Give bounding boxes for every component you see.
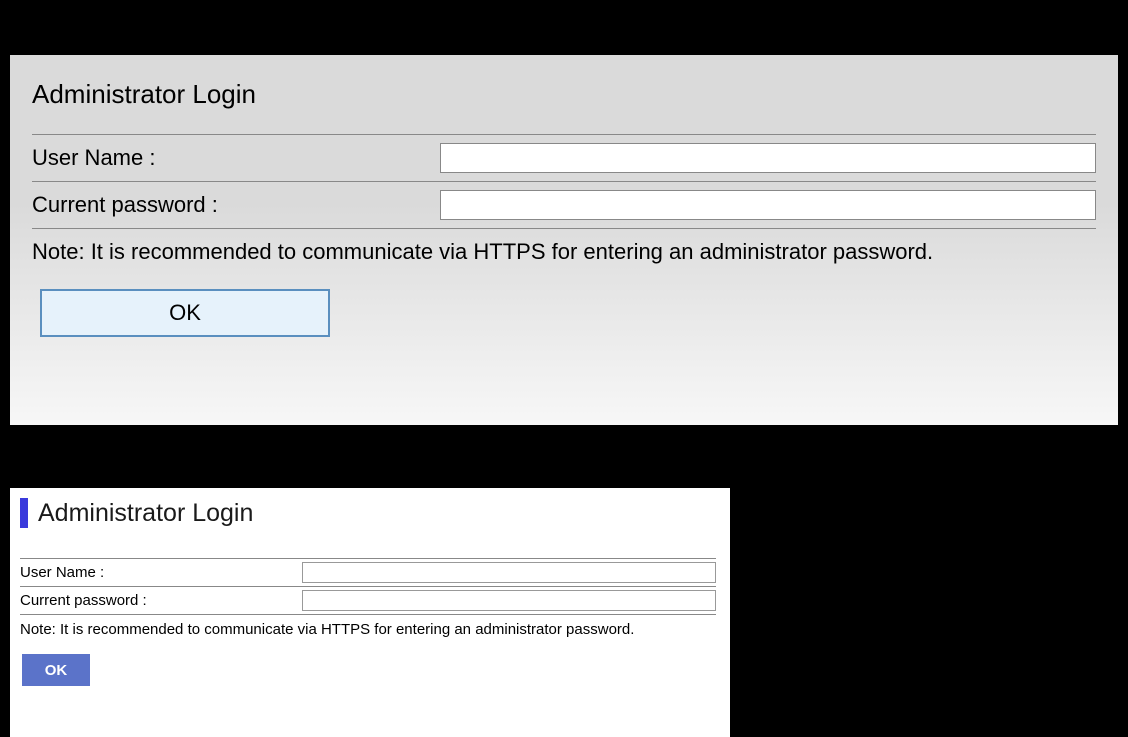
panel-title: Administrator Login [38,499,253,528]
username-label: User Name : [32,145,440,171]
ok-button[interactable]: OK [40,289,330,337]
panel-header: Administrator Login [20,498,716,528]
https-note: Note: It is recommended to communicate v… [32,229,1096,289]
username-row: User Name : [32,134,1096,181]
username-input[interactable] [440,143,1096,173]
ok-button[interactable]: OK [22,654,90,686]
password-row: Current password : [32,181,1096,229]
username-input[interactable] [302,562,716,583]
password-label: Current password : [20,592,302,609]
login-panel-variant-b: Administrator Login User Name : Current … [10,488,730,737]
panel-title: Administrator Login [32,79,1096,110]
https-note: Note: It is recommended to communicate v… [20,615,716,654]
password-input[interactable] [302,590,716,611]
username-row: User Name : [20,558,716,586]
password-row: Current password : [20,586,716,615]
accent-bar-icon [20,498,28,528]
password-input[interactable] [440,190,1096,220]
login-panel-variant-a: Administrator Login User Name : Current … [10,55,1118,425]
password-label: Current password : [32,192,440,218]
username-label: User Name : [20,564,302,581]
